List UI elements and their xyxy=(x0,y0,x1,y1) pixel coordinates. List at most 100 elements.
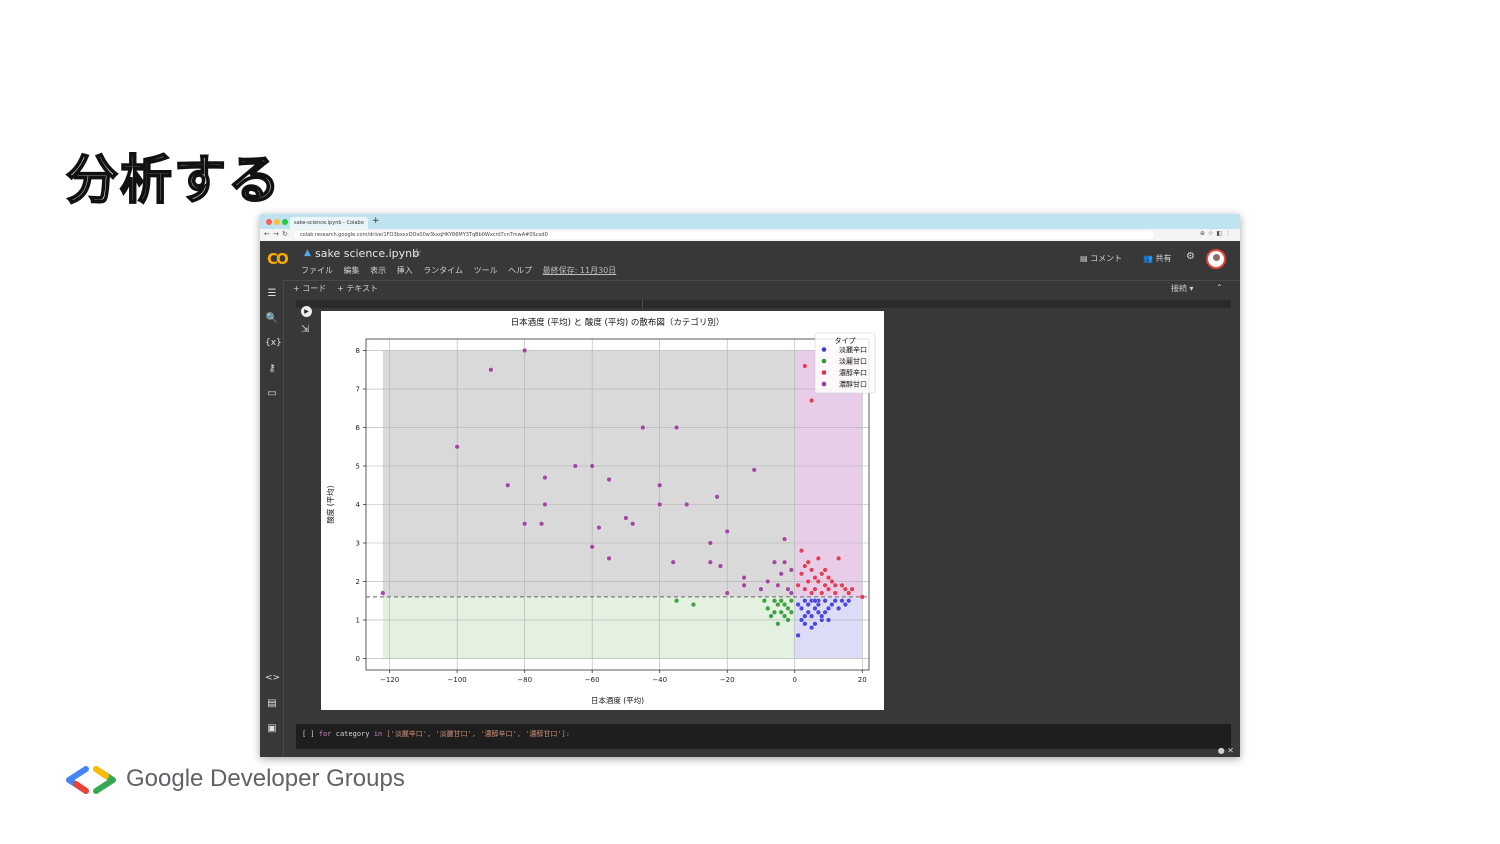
gear-icon[interactable]: ⚙ xyxy=(1186,251,1195,262)
data-point xyxy=(788,590,794,596)
quadrant-region xyxy=(382,596,795,659)
close-window-dot[interactable] xyxy=(266,219,272,225)
data-point xyxy=(809,567,815,573)
new-tab-button[interactable]: + xyxy=(372,216,380,226)
data-point xyxy=(771,559,778,565)
data-point xyxy=(707,559,713,565)
browser-tab[interactable]: sake-science.ipynb - Colabo xyxy=(290,217,368,229)
slide-title: 分析する xyxy=(65,150,283,212)
x-tick-label: −60 xyxy=(585,676,600,684)
data-point xyxy=(822,609,828,615)
colab-logo[interactable]: CO xyxy=(267,250,289,268)
data-point xyxy=(809,590,815,596)
variables-icon[interactable]: {x} xyxy=(265,338,282,348)
menu-help[interactable]: ヘルプ xyxy=(508,266,532,275)
data-point xyxy=(819,571,825,577)
code-cell[interactable]: [ ] for category in ['淡麗辛口', '淡麗甘口', '濃醇… xyxy=(296,724,1231,749)
data-point xyxy=(822,598,828,604)
x-axis-label: 日本酒度 (平均) xyxy=(591,695,644,705)
data-point xyxy=(761,598,767,604)
data-point xyxy=(522,347,528,354)
code-keyword-for: for xyxy=(318,730,332,738)
notebook-title[interactable]: sake science.ipynb xyxy=(315,247,419,260)
data-point xyxy=(805,609,811,615)
minimize-window-dot[interactable] xyxy=(274,219,280,225)
data-point xyxy=(673,598,680,604)
y-tick-label: 3 xyxy=(356,539,360,547)
data-point xyxy=(771,609,778,615)
data-point xyxy=(765,605,771,612)
back-icon[interactable]: ← xyxy=(264,230,270,238)
data-point xyxy=(707,540,713,546)
data-point xyxy=(640,424,646,431)
comment-button[interactable]: ▤ コメント xyxy=(1080,253,1122,264)
data-point xyxy=(572,463,578,469)
reload-icon[interactable]: ↻ xyxy=(282,230,288,238)
data-point xyxy=(815,609,821,615)
left-sidebar: ☰ 🔍 {x} ⚷ ▭ <> ▤ ▣ xyxy=(260,280,284,757)
data-point xyxy=(812,621,818,627)
code-variable: category xyxy=(331,730,374,738)
data-point xyxy=(822,582,828,588)
legend-marker xyxy=(821,381,827,387)
code-snippets-icon[interactable]: <> xyxy=(265,673,280,683)
data-point xyxy=(630,521,636,527)
legend-label: 濃醇辛口 xyxy=(839,368,867,377)
toc-icon[interactable]: ☰ xyxy=(265,288,279,299)
key-icon[interactable]: ⚷ xyxy=(265,363,279,374)
data-point xyxy=(768,613,774,619)
scatter-chart: −120 −100 −80 −60 −40 −20 0 20 0 1 2 3 4 5 6 7 8 日本酒度 (平均… xyxy=(325,317,876,705)
last-saved-link[interactable]: 最終保存: 11月30日 xyxy=(543,266,617,275)
data-point xyxy=(812,586,818,592)
add-text-button[interactable]: + テキスト xyxy=(337,283,378,294)
run-cell-icon[interactable]: ▶ xyxy=(301,306,312,317)
star-icon[interactable]: ☆ xyxy=(412,246,422,259)
share-button[interactable]: 👥 共有 xyxy=(1143,253,1172,264)
data-point xyxy=(812,598,818,604)
menu-tools[interactable]: ツール xyxy=(474,266,498,275)
command-palette-icon[interactable]: ▤ xyxy=(265,698,279,709)
x-tick-label: 20 xyxy=(858,676,867,684)
search-icon[interactable]: 🔍 xyxy=(265,313,279,324)
cell-run-bracket[interactable]: [ ] xyxy=(302,730,315,738)
data-point xyxy=(849,586,855,592)
menu-view[interactable]: 表示 xyxy=(370,266,386,275)
status-indicator[interactable]: ● ✕ xyxy=(1218,746,1234,755)
menu-insert[interactable]: 挿入 xyxy=(397,266,413,275)
data-point xyxy=(741,575,747,581)
data-point xyxy=(802,586,808,592)
x-tick-label: 0 xyxy=(792,676,796,684)
data-point xyxy=(798,548,805,554)
output-menu-icon[interactable]: ⇲ xyxy=(301,324,309,335)
data-point xyxy=(785,617,791,623)
avatar[interactable] xyxy=(1206,249,1226,269)
data-point xyxy=(670,559,676,565)
y-tick-label: 7 xyxy=(356,386,360,394)
data-point xyxy=(822,567,828,573)
menu-runtime[interactable]: ランタイム xyxy=(423,266,463,275)
add-code-button[interactable]: + コード xyxy=(293,283,326,294)
folder-icon[interactable]: ▭ xyxy=(265,388,279,399)
legend-label: 濃醇甘口 xyxy=(839,380,867,389)
chevron-up-icon[interactable]: ⌃ xyxy=(1216,283,1223,292)
scatter-plot-output: −120 −100 −80 −60 −40 −20 0 20 0 1 2 3 4 5 6 7 8 日本酒度 (平均… xyxy=(321,311,884,710)
quadrant-region xyxy=(382,350,795,597)
browser-extension-icons[interactable]: ⊕☆◧⋮ xyxy=(1200,230,1234,237)
terminal-icon[interactable]: ▣ xyxy=(265,723,279,734)
legend-title: タイプ xyxy=(835,336,856,345)
data-point xyxy=(778,609,784,615)
data-point xyxy=(717,563,724,569)
url-field[interactable]: colab.research.google.com/drive/1FO3bxxx… xyxy=(294,231,1154,239)
y-tick-label: 8 xyxy=(356,347,360,355)
connect-button[interactable]: 接続 ▾ xyxy=(1171,283,1194,294)
data-point xyxy=(505,482,511,488)
maximize-window-dot[interactable] xyxy=(282,219,288,225)
forward-icon[interactable]: → xyxy=(273,230,279,238)
menu-edit[interactable]: 編集 xyxy=(344,266,360,275)
data-point xyxy=(825,586,832,592)
x-tick-label: −20 xyxy=(720,676,735,684)
colab-header: CO ▲ sake science.ipynb ☆ ファイル 編集 表示 挿入 … xyxy=(260,241,1240,279)
y-tick-label: 4 xyxy=(356,501,361,509)
code-keyword-in: in xyxy=(373,730,383,738)
menu-file[interactable]: ファイル xyxy=(301,266,333,275)
